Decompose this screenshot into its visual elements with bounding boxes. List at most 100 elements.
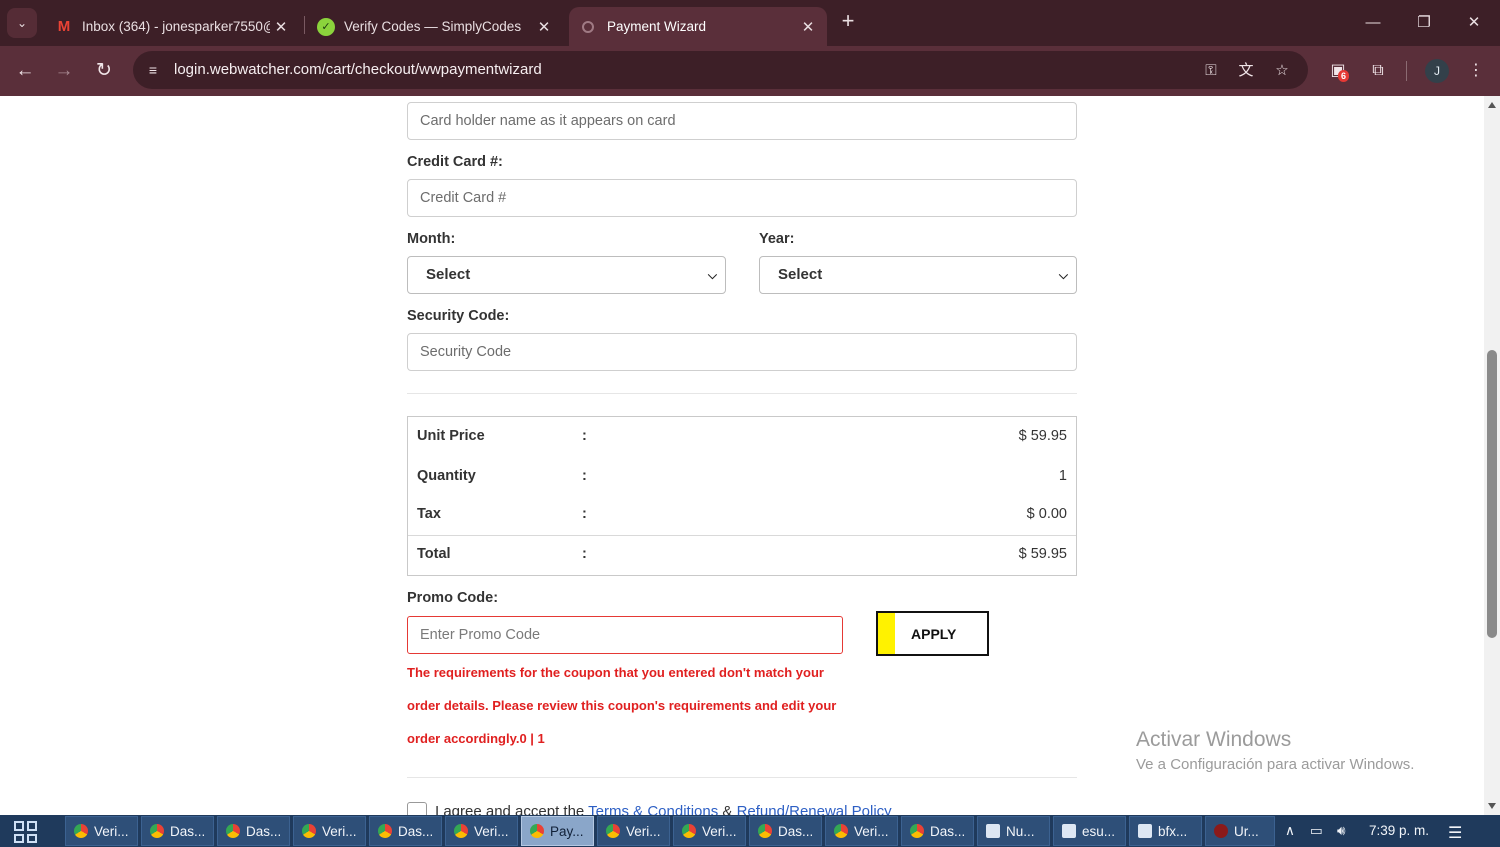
- taskbar-button[interactable]: Das...: [369, 816, 442, 846]
- profile-avatar[interactable]: J: [1425, 59, 1449, 83]
- taskbar-button[interactable]: Das...: [141, 816, 214, 846]
- cardholder-name-input[interactable]: Card holder name as it appears on card: [407, 102, 1077, 140]
- summary-row-total: Total : $ 59.95: [408, 535, 1076, 575]
- summary-value: 1: [1058, 468, 1067, 484]
- taskbar-button[interactable]: Veri...: [673, 816, 746, 846]
- month-select-value: Select: [426, 266, 471, 283]
- taskbar-button[interactable]: Das...: [901, 816, 974, 846]
- site-info-icon[interactable]: ≡: [143, 60, 163, 80]
- summary-label: Total: [417, 546, 451, 562]
- chevron-down-icon: ⌄: [16, 16, 28, 30]
- refund-policy-link[interactable]: Refund/Renewal Policy: [737, 803, 892, 815]
- credit-card-input[interactable]: Credit Card #: [407, 179, 1077, 217]
- taskbar-label: Veri...: [94, 823, 129, 839]
- taskbar-button[interactable]: esu...: [1053, 816, 1126, 846]
- chrome-icon: [910, 824, 924, 838]
- taskbar-button[interactable]: Das...: [749, 816, 822, 846]
- tray-chevron-up-icon[interactable]: ∧: [1285, 823, 1295, 839]
- taskbar-label: esu...: [1082, 823, 1116, 839]
- chevron-down-icon: ⌵: [1058, 268, 1068, 282]
- taskbar-button[interactable]: Veri...: [65, 816, 138, 846]
- menu-kebab-icon[interactable]: ⋮: [1463, 58, 1489, 84]
- apply-button-label: APPLY: [911, 626, 957, 642]
- taskbar-label: Veri...: [322, 823, 357, 839]
- notepad-icon: [1062, 824, 1076, 838]
- scroll-down-icon[interactable]: [1488, 803, 1496, 809]
- start-grid-icon: [27, 821, 37, 831]
- month-select[interactable]: Select ⌵: [407, 256, 726, 294]
- security-code-input[interactable]: Security Code: [407, 333, 1077, 371]
- year-select[interactable]: Select ⌵: [759, 256, 1077, 294]
- taskbar-button[interactable]: Ur...: [1205, 816, 1275, 846]
- network-icon[interactable]: ▭: [1310, 823, 1323, 839]
- reload-button[interactable]: ↻: [90, 57, 118, 85]
- taskbar-label: bfx...: [1158, 823, 1188, 839]
- watermark-subtitle: Ve a Configuración para activar Windows.: [1136, 756, 1415, 773]
- close-icon[interactable]: ✕: [533, 18, 555, 36]
- taskbar-button[interactable]: Nu...: [977, 816, 1050, 846]
- notifications-icon[interactable]: ☰: [1448, 823, 1462, 843]
- new-tab-button[interactable]: +: [836, 10, 860, 34]
- close-icon[interactable]: ✕: [797, 18, 819, 36]
- start-grid-icon: [27, 833, 37, 843]
- summary-colon: :: [582, 468, 587, 484]
- scroll-thumb[interactable]: [1487, 350, 1497, 638]
- password-key-icon[interactable]: ⚿: [1200, 60, 1222, 82]
- close-icon[interactable]: ✕: [270, 18, 292, 36]
- volume-icon[interactable]: 🔊︎: [1337, 823, 1346, 839]
- summary-label: Tax: [417, 506, 441, 522]
- taskbar-label: Ur...: [1234, 823, 1259, 839]
- chrome-icon: [606, 824, 620, 838]
- extension-badge: 6: [1338, 70, 1350, 82]
- apply-button[interactable]: APPLY: [876, 611, 989, 656]
- taskbar-button[interactable]: Veri...: [597, 816, 670, 846]
- extensions-puzzle-icon[interactable]: ⧉: [1365, 58, 1391, 84]
- clock[interactable]: 7:39 p. m.: [1369, 823, 1429, 838]
- restore-button[interactable]: ❐: [1411, 10, 1437, 36]
- year-select-value: Select: [778, 266, 823, 283]
- taskbar-label: Das...: [246, 823, 282, 839]
- taskbar-button[interactable]: Veri...: [825, 816, 898, 846]
- order-summary-table: Unit Price : $ 59.95 Quantity : 1 Tax : …: [407, 416, 1077, 576]
- summary-row-quantity: Quantity : 1: [408, 457, 1076, 497]
- credit-card-label: Credit Card #:: [407, 154, 503, 170]
- taskbar-button[interactable]: Veri...: [293, 816, 366, 846]
- start-button[interactable]: [14, 821, 42, 843]
- minimize-button[interactable]: —: [1360, 10, 1386, 36]
- tab-strip: ⌄ M Inbox (364) - jonesparker7550@ ✕ ✓ V…: [0, 0, 1500, 46]
- taskbar-button-active[interactable]: Pay...: [521, 816, 594, 846]
- watermark-title: Activar Windows: [1136, 728, 1292, 751]
- close-window-button[interactable]: ✕: [1461, 10, 1487, 36]
- page-scrollbar[interactable]: [1484, 96, 1500, 815]
- toolbar-divider: [1406, 61, 1407, 81]
- taskbar-button[interactable]: Veri...: [445, 816, 518, 846]
- tab-simplycodes[interactable]: ✓ Verify Codes — SimplyCodes ✕: [307, 7, 563, 46]
- promo-code-label: Promo Code:: [407, 590, 499, 606]
- promo-code-input[interactable]: Enter Promo Code: [407, 616, 843, 654]
- tab-gmail[interactable]: M Inbox (364) - jonesparker7550@ ✕: [45, 7, 300, 46]
- forward-button[interactable]: →: [50, 57, 78, 85]
- summary-colon: :: [582, 506, 587, 522]
- page-content: Card holder name as it appears on card C…: [0, 96, 1484, 815]
- bookmark-star-icon[interactable]: ☆: [1271, 60, 1293, 82]
- loading-icon: [582, 20, 594, 33]
- tab-search-button[interactable]: ⌄: [7, 8, 37, 38]
- chrome-icon: [226, 824, 240, 838]
- summary-colon: :: [582, 428, 587, 444]
- address-bar[interactable]: ≡ login.webwatcher.com/cart/checkout/wwp…: [133, 51, 1308, 89]
- taskbar-label: Veri...: [854, 823, 889, 839]
- terms-checkbox[interactable]: [407, 802, 427, 815]
- taskbar-button[interactable]: Das...: [217, 816, 290, 846]
- terms-link[interactable]: Terms & Conditions: [588, 803, 718, 815]
- translate-icon[interactable]: 文: [1235, 60, 1257, 82]
- extension-icon[interactable]: ▣ 6: [1325, 58, 1351, 84]
- start-grid-icon: [14, 833, 24, 843]
- browser-toolbar: ← → ↻ ≡ login.webwatcher.com/cart/checko…: [0, 46, 1500, 96]
- section-divider: [407, 777, 1077, 778]
- url-text[interactable]: login.webwatcher.com/cart/checkout/wwpay…: [174, 61, 542, 78]
- taskbar-button[interactable]: bfx...: [1129, 816, 1202, 846]
- back-button[interactable]: ←: [11, 57, 39, 85]
- tab-payment-wizard[interactable]: Payment Wizard ✕: [569, 7, 827, 46]
- scroll-up-icon[interactable]: [1488, 102, 1496, 108]
- chrome-icon: [758, 824, 772, 838]
